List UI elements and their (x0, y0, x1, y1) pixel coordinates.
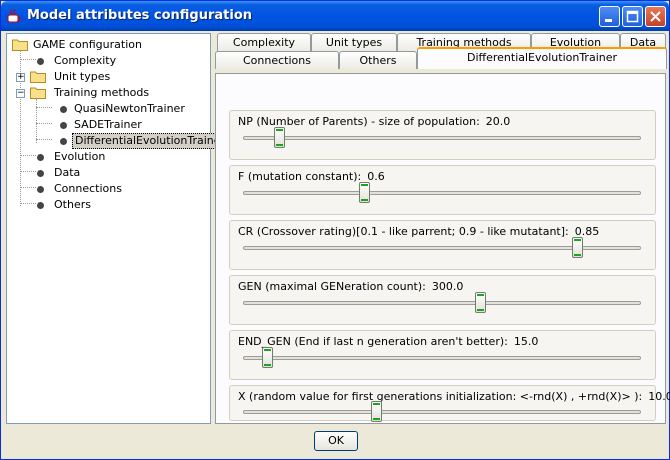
tree-item-sade[interactable]: SADETrainer (12, 117, 144, 133)
tree-item-evolution[interactable]: Evolution (12, 149, 107, 165)
param-gen-label: GEN (maximal GENeration count): 300.0 (238, 280, 463, 293)
slider-thumb[interactable] (262, 347, 274, 368)
param-value-text: 15.0 (513, 335, 539, 348)
param-end-gen-label: END_GEN (End if last n generation aren't… (238, 335, 538, 348)
param-value-text: 300.0 (431, 280, 464, 293)
slider-thumb[interactable] (571, 237, 583, 258)
slider-thumb[interactable] (370, 401, 382, 422)
param-label-text: F (mutation constant): (238, 170, 362, 183)
tree-item-label: Training methods (54, 86, 150, 99)
tab-panel-differential-evolution: NP (Number of Parents) - size of populat… (215, 73, 670, 424)
close-button[interactable] (645, 6, 666, 27)
java-cup-icon (7, 8, 21, 23)
tree-item-label: Unit types (54, 70, 111, 83)
slider-track[interactable] (243, 191, 641, 195)
tree-item-quasinewton[interactable]: QuasiNewtonTrainer (12, 101, 187, 117)
slider-thumb[interactable] (273, 127, 285, 148)
leaf-bullet-icon (60, 106, 67, 113)
maximize-icon (626, 10, 639, 23)
param-x-label: X (random value for first generations in… (238, 390, 670, 403)
tree-root[interactable]: GAME configuration (12, 37, 144, 53)
tree-item-label: Evolution (54, 150, 106, 163)
param-label-text: NP (Number of Parents) - size of populat… (238, 115, 480, 128)
tabbed-pane: Complexity Unit types Training methods E… (215, 33, 670, 424)
tree-item-differential-evolution[interactable]: DifferentialEvolutionTrainer (12, 133, 229, 149)
tab-unit-types[interactable]: Unit types (311, 33, 397, 51)
slider-track[interactable] (243, 136, 641, 140)
slider-track[interactable] (243, 410, 641, 414)
tree-item-label: Complexity (54, 54, 117, 67)
param-value-text: 20.0 (485, 115, 511, 128)
param-f: F (mutation constant): 0.6 (229, 165, 656, 215)
param-cr-label: CR (Crossover rating)[0.1 - like parrent… (238, 225, 599, 238)
minimize-button[interactable] (599, 6, 620, 27)
param-x: X (random value for first generations in… (229, 385, 670, 422)
close-icon (650, 11, 661, 22)
leaf-bullet-icon (60, 138, 67, 145)
param-value-text: 10.0 (648, 390, 670, 403)
slider-thumb[interactable] (359, 182, 371, 203)
leaf-bullet-icon (37, 58, 44, 65)
config-tree[interactable]: GAME configuration Complexity + Unit typ… (6, 33, 229, 424)
folder-closed-icon (30, 71, 46, 83)
param-label-text: END_GEN (End if last n generation aren't… (238, 335, 508, 348)
slider-thumb[interactable] (475, 292, 487, 313)
tree-item-complexity[interactable]: Complexity (12, 53, 118, 69)
expand-plus-icon[interactable]: + (16, 73, 25, 82)
tab-differential-evolution-trainer[interactable]: DifferentialEvolutionTrainer (417, 47, 667, 69)
param-label-text: GEN (maximal GENeration count): (238, 280, 426, 293)
tree-item-label: DifferentialEvolutionTrainer (72, 133, 229, 149)
maximize-button[interactable] (622, 6, 643, 27)
tree-item-others[interactable]: Others (12, 197, 93, 213)
tree-item-label: Data (54, 166, 81, 179)
tree-item-label: Others (54, 198, 91, 211)
leaf-bullet-icon (37, 202, 44, 209)
param-end-gen: END_GEN (End if last n generation aren't… (229, 330, 656, 380)
folder-open-icon (12, 39, 28, 51)
slider-track[interactable] (243, 301, 641, 305)
leaf-bullet-icon (37, 154, 44, 161)
main-window: Model attributes configuration GAME conf… (0, 0, 670, 460)
window-title: Model attributes configuration (27, 8, 253, 23)
collapse-minus-icon[interactable]: − (16, 89, 25, 98)
leaf-bullet-icon (37, 186, 44, 193)
tree-root-label: GAME configuration (33, 38, 142, 51)
tree-item-connections[interactable]: Connections (12, 181, 124, 197)
tree-item-label: QuasiNewtonTrainer (74, 102, 185, 115)
tree-item-unit-types[interactable]: + Unit types (12, 69, 112, 85)
folder-open-icon (30, 87, 46, 99)
tab-complexity[interactable]: Complexity (217, 33, 311, 51)
ok-button[interactable]: OK (314, 431, 358, 451)
tree-item-training-methods[interactable]: − Training methods (12, 85, 151, 101)
param-value-text: 0.6 (367, 170, 385, 183)
leaf-bullet-icon (60, 122, 67, 129)
param-gen: GEN (maximal GENeration count): 300.0 (229, 275, 656, 325)
leaf-bullet-icon (37, 170, 44, 177)
title-bar[interactable]: Model attributes configuration (1, 1, 669, 31)
param-cr: CR (Crossover rating)[0.1 - like parrent… (229, 220, 656, 270)
minimize-icon (605, 19, 612, 22)
tree-item-label: Connections (54, 182, 122, 195)
param-label-text: CR (Crossover rating)[0.1 - like parrent… (238, 225, 569, 238)
tab-others[interactable]: Others (339, 51, 417, 69)
slider-track[interactable] (243, 356, 641, 360)
window-content: GAME configuration Complexity + Unit typ… (4, 31, 670, 458)
tab-connections[interactable]: Connections (215, 51, 339, 69)
tree-item-label: SADETrainer (74, 118, 142, 131)
tree-item-data[interactable]: Data (12, 165, 82, 181)
param-label-text: X (random value for first generations in… (238, 390, 643, 403)
param-np: NP (Number of Parents) - size of populat… (229, 110, 656, 160)
